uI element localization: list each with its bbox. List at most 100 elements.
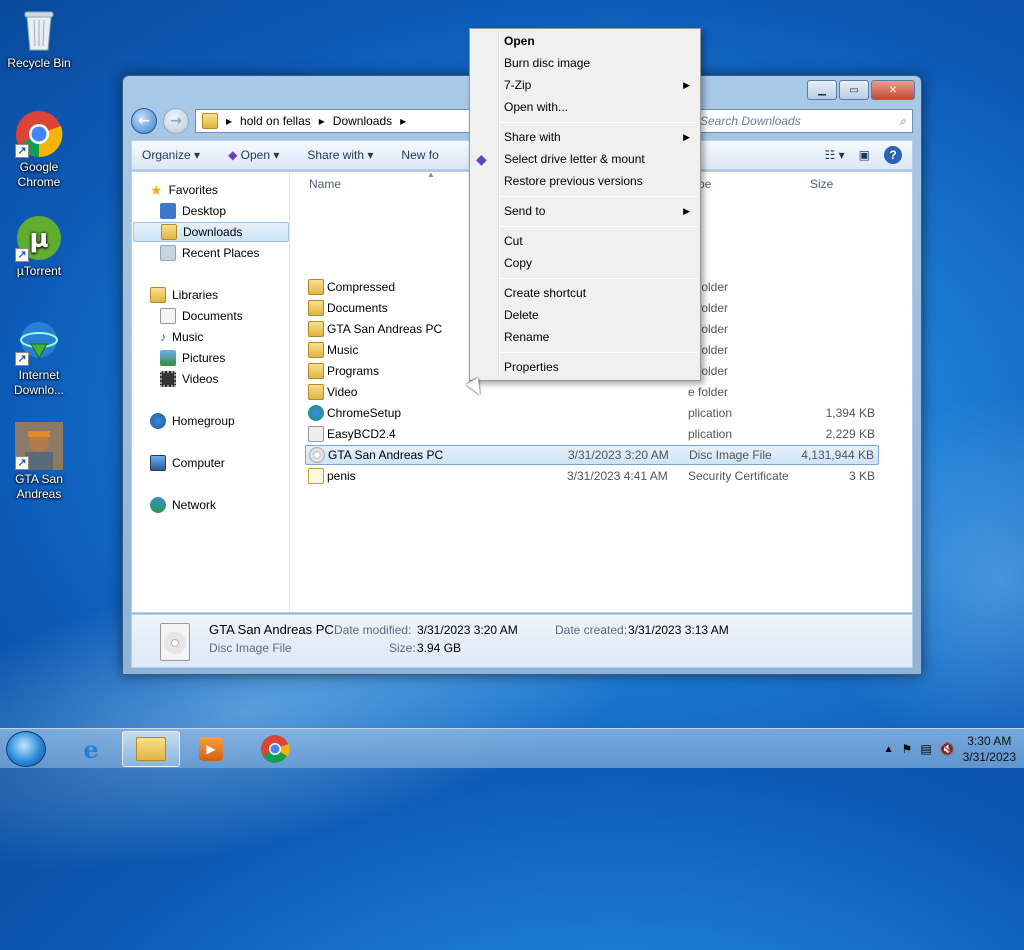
file-row[interactable]: EasyBCD2.4 plication 2,229 KB [305, 424, 879, 444]
folder-icon [308, 300, 324, 316]
column-header-name[interactable]: Name [309, 177, 341, 191]
preview-pane-icon[interactable]: ▣ [859, 148, 870, 162]
nav-recent-places[interactable]: Recent Places [160, 243, 259, 263]
menu-item-restore-previous-versions[interactable]: Restore previous versions [504, 171, 694, 191]
search-input[interactable]: Search Downloads ⌕ [693, 109, 913, 133]
desktop-icon-utorrent[interactable]: µ ↗ µTorrent [1, 214, 77, 279]
windows-explorer-icon [136, 737, 166, 761]
breadcrumb-arrow-icon: ▸ [400, 114, 407, 128]
menu-item-rename[interactable]: Rename [504, 327, 694, 347]
menu-item-delete[interactable]: Delete [504, 305, 694, 325]
breadcrumb-segment[interactable]: hold on fellas [240, 114, 311, 128]
breadcrumb-arrow-icon: ▸ [318, 114, 325, 128]
network-status-icon[interactable]: ▤ [920, 742, 931, 756]
shortcut-arrow-icon: ↗ [15, 456, 29, 470]
submenu-arrow-icon: ▶ [683, 206, 690, 216]
taskbar-media-player[interactable]: ▶ [182, 731, 240, 767]
menu-item-send-to[interactable]: Send to ▶ [504, 201, 694, 221]
libraries-icon [150, 287, 166, 303]
details-file-name: GTA San Andreas PC [209, 622, 334, 637]
nav-favorites[interactable]: ★ Favorites [150, 180, 218, 200]
menu-item-share-with[interactable]: Share with ▶ [504, 127, 694, 147]
details-file-kind: Disc Image File [209, 641, 292, 655]
desktop-icon-label: µTorrent [16, 264, 62, 278]
breadcrumb-segment[interactable]: Downloads [333, 114, 392, 128]
7zip-icon: ◆ [228, 148, 238, 162]
folder-icon [308, 321, 324, 337]
star-icon: ★ [150, 181, 163, 198]
menu-item-create-shortcut[interactable]: Create shortcut [504, 283, 694, 303]
nav-libraries[interactable]: Libraries [150, 285, 218, 305]
recycle-bin-icon [15, 6, 63, 54]
share-with-button[interactable]: Share with ▾ [307, 148, 373, 162]
menu-item-select-drive-mount[interactable]: Select drive letter & mount [504, 149, 694, 169]
music-icon: ♪ [160, 330, 166, 344]
mount-icon: ◆ [476, 151, 487, 167]
show-hidden-icons-icon[interactable]: ▲ [884, 744, 894, 755]
nav-pictures[interactable]: Pictures [160, 348, 225, 368]
volume-muted-icon[interactable]: 🔇 [940, 742, 955, 756]
open-button[interactable]: ◆ Open ▾ [228, 148, 279, 162]
file-row[interactable]: penis 3/31/2023 4:41 AM Security Certifica… [305, 466, 879, 486]
nav-music[interactable]: ♪ Music [160, 327, 203, 347]
back-button[interactable]: ← [131, 108, 157, 134]
details-date-modified: 3/31/2023 3:20 AM [417, 623, 518, 637]
videos-icon [160, 371, 176, 387]
desktop-icon-gta-sa[interactable]: ↗ GTA San Andreas [1, 422, 77, 502]
shortcut-arrow-icon: ↗ [15, 144, 29, 158]
desktop-icon-recycle-bin[interactable]: Recycle Bin [1, 6, 77, 71]
menu-item-copy[interactable]: Copy [504, 253, 694, 273]
desktop-icon-idm[interactable]: ↗ Internet Downlo... [1, 318, 77, 398]
nav-computer[interactable]: Computer [150, 453, 225, 473]
nav-homegroup[interactable]: Homegroup [150, 411, 235, 431]
file-row-selected[interactable]: GTA San Andreas PC 3/31/2023 3:20 AM Disc … [305, 445, 879, 465]
system-tray: ▲ ⚑ ▤ 🔇 3:30 AM 3/31/2023 [884, 733, 1016, 765]
nav-network[interactable]: Network [150, 495, 216, 515]
menu-item-properties[interactable]: Properties [504, 357, 694, 377]
start-button[interactable] [6, 731, 46, 767]
details-date-modified-label: Date modified: [334, 623, 412, 637]
menu-item-burn-disc-image[interactable]: Burn disc image [504, 53, 694, 73]
computer-icon [150, 455, 166, 471]
menu-item-7zip[interactable]: 7-Zip ▶ [504, 75, 694, 95]
column-header-size[interactable]: Size [810, 177, 833, 191]
nav-documents[interactable]: Documents [160, 306, 243, 326]
details-size: 3.94 GB [417, 641, 462, 655]
clock[interactable]: 3:30 AM 3/31/2023 [963, 733, 1016, 765]
taskbar-windows-explorer[interactable] [122, 731, 180, 767]
sort-arrow-icon: ▲ [427, 170, 435, 179]
taskbar-chrome[interactable] [246, 731, 304, 767]
internet-download-manager-icon: ↗ [15, 318, 63, 366]
minimize-button[interactable]: ▁ [807, 80, 837, 100]
forward-button[interactable]: → [163, 108, 189, 134]
maximize-button[interactable]: ▭ [839, 80, 869, 100]
menu-item-cut[interactable]: Cut [504, 231, 694, 251]
menu-item-open-with[interactable]: Open with... [504, 97, 694, 117]
help-icon[interactable]: ? [884, 146, 902, 164]
homegroup-icon [150, 413, 166, 429]
nav-videos[interactable]: Videos [160, 369, 218, 389]
desktop-icon-chrome[interactable]: ↗ Google Chrome [1, 110, 77, 190]
file-row[interactable]: ChromeSetup plication 1,394 KB [305, 403, 879, 423]
disc-image-icon [309, 447, 325, 463]
recent-places-icon [160, 245, 176, 261]
gta-san-andreas-icon: ↗ [15, 422, 63, 470]
new-folder-button[interactable]: New fo [401, 148, 438, 162]
taskbar-internet-explorer[interactable]: e [62, 731, 120, 767]
close-button[interactable]: ✕ [871, 80, 915, 100]
chrome-icon: ↗ [15, 110, 63, 158]
search-icon: ⌕ [899, 113, 906, 128]
disc-image-large-icon [160, 623, 190, 661]
desktop-icon-label: Internet Downlo... [13, 368, 65, 397]
file-row[interactable]: Video e folder [305, 382, 879, 402]
svg-text:µ: µ [29, 224, 48, 254]
view-options-icon[interactable]: ☷ ▾ [825, 148, 845, 162]
action-center-flag-icon[interactable]: ⚑ [902, 742, 913, 756]
menu-item-open[interactable]: Open [504, 31, 694, 51]
organize-button[interactable]: Organize ▾ [142, 148, 200, 162]
downloads-folder-icon [161, 224, 177, 240]
shortcut-arrow-icon: ↗ [15, 248, 29, 262]
documents-icon [160, 308, 176, 324]
nav-desktop[interactable]: Desktop [160, 201, 226, 221]
nav-downloads[interactable]: Downloads [133, 222, 289, 242]
